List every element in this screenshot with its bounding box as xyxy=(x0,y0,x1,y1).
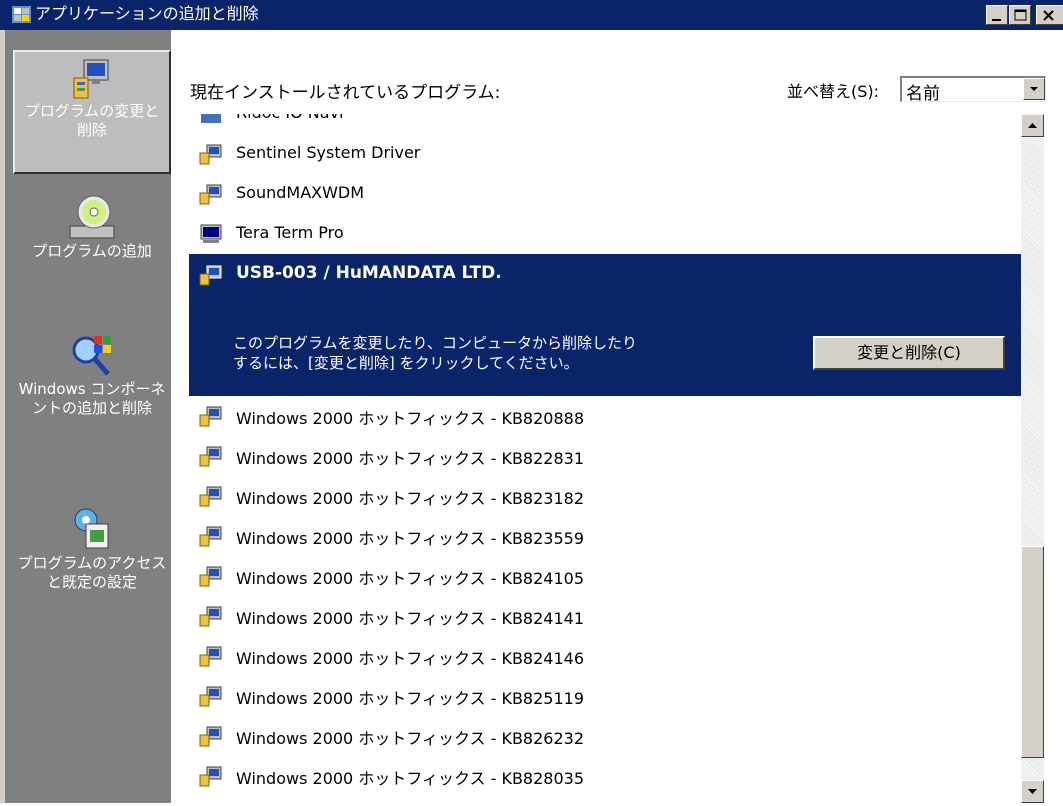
sidebar-item-label: プログラムの変更と削除 xyxy=(24,102,160,139)
list-item[interactable]: Windows 2000 ホットフィックス - KB824105 xyxy=(189,556,1021,595)
list-item[interactable]: Windows 2000 ホットフィックス - KB823559 xyxy=(189,516,1021,555)
program-name: Windows 2000 ホットフィックス - KB828035 xyxy=(236,769,585,788)
chevron-down-icon xyxy=(1028,789,1037,794)
add-programs-cd-icon xyxy=(69,195,115,239)
program-name: SoundMAXWDM xyxy=(236,183,365,202)
program-icon xyxy=(199,265,222,286)
ridoc-icon xyxy=(201,114,221,123)
list-item[interactable]: Windows 2000 ホットフィックス - KB820888 xyxy=(189,396,1021,435)
program-name: Windows 2000 ホットフィックス - KB820888 xyxy=(236,409,585,428)
list-item[interactable]: Windows 2000 ホットフィックス - KB822831 xyxy=(189,436,1021,475)
sidebar-item-program-access[interactable]: プログラムのアクセスと既定の設定 xyxy=(13,504,171,654)
sort-by-select[interactable]: 名前 xyxy=(900,76,1046,104)
maximize-icon xyxy=(1014,9,1027,21)
program-name: Windows 2000 ホットフィックス - KB824141 xyxy=(236,609,585,628)
program-icon xyxy=(199,144,222,165)
sidebar: プログラムの変更と削除 プログラムの追加 Windows コンポーネントの追加と… xyxy=(5,30,171,803)
program-name: Windows 2000 ホットフィックス - KB824105 xyxy=(236,569,585,588)
program-name: Windows 2000 ホットフィックス - KB825119 xyxy=(236,689,585,708)
program-icon xyxy=(199,726,222,747)
list-item[interactable]: Windows 2000 ホットフィックス - KB825119 xyxy=(189,676,1021,715)
selected-program-description: このプログラムを変更したり、コンピュータから削除したり するには、[変更と削除]… xyxy=(233,333,637,373)
title-bar[interactable]: アプリケーションの追加と削除 xyxy=(0,0,1063,30)
program-icon xyxy=(199,184,222,205)
sidebar-item-change-remove[interactable]: プログラムの変更と削除 xyxy=(13,50,171,174)
add-remove-programs-icon xyxy=(12,6,31,23)
list-item[interactable]: Windows 2000 ホットフィックス - KB828035 xyxy=(189,756,1021,795)
change-remove-programs-icon xyxy=(73,59,109,99)
program-name: Windows 2000 ホットフィックス - KB824146 xyxy=(236,649,585,668)
change-remove-button[interactable]: 変更と削除(C) xyxy=(813,336,1005,370)
list-item[interactable]: Windows 2000 ホットフィックス - KB826232 xyxy=(189,716,1021,755)
program-name: Windows 2000 ホットフィックス - KB822831 xyxy=(236,449,585,468)
description-line-1: このプログラムを変更したり、コンピュータから削除したり xyxy=(233,334,637,352)
description-line-2: するには、[変更と削除] をクリックしてください。 xyxy=(233,354,579,372)
program-icon xyxy=(199,486,222,507)
close-button[interactable] xyxy=(1036,5,1063,25)
window-title: アプリケーションの追加と削除 xyxy=(35,4,259,23)
sidebar-item-label: Windows コンポーネントの追加と削除 xyxy=(18,380,166,417)
minimize-icon xyxy=(992,19,1001,21)
program-icon xyxy=(199,566,222,587)
program-icon xyxy=(199,686,222,707)
program-name: Ridoc IO Navi xyxy=(236,114,343,122)
program-name: Windows 2000 ホットフィックス - KB823182 xyxy=(236,489,585,508)
scroll-down-button[interactable] xyxy=(1021,780,1044,803)
dropdown-arrow-button[interactable] xyxy=(1023,78,1045,100)
program-icon xyxy=(199,526,222,547)
sort-by-value: 名前 xyxy=(906,84,940,104)
program-name: Tera Term Pro xyxy=(236,223,344,242)
scroll-up-button[interactable] xyxy=(1021,114,1044,137)
selected-program-name: USB-003 / HuMANDATA LTD. xyxy=(236,263,502,283)
vertical-scrollbar[interactable] xyxy=(1021,114,1044,803)
program-icon xyxy=(199,406,222,427)
windows-components-icon xyxy=(72,336,111,376)
list-item[interactable]: Windows 2000 ホットフィックス - KB823182 xyxy=(189,476,1021,515)
program-list[interactable]: Ridoc IO Navi Sentinel System Driver Sou… xyxy=(189,114,1021,803)
program-access-defaults-icon xyxy=(74,508,109,549)
program-icon xyxy=(199,766,222,787)
program-name: Sentinel System Driver xyxy=(236,143,421,162)
maximize-button[interactable] xyxy=(1009,5,1031,25)
sidebar-item-label: プログラムの追加 xyxy=(32,242,152,260)
terminal-icon xyxy=(200,224,222,243)
scrollbar-thumb[interactable] xyxy=(1021,546,1044,758)
sidebar-item-label: プログラムのアクセスと既定の設定 xyxy=(17,554,167,591)
minimize-button[interactable] xyxy=(986,5,1008,25)
chevron-up-icon xyxy=(1028,123,1037,128)
chevron-down-icon xyxy=(1030,87,1038,91)
sidebar-item-add-programs[interactable]: プログラムの追加 xyxy=(13,192,171,312)
list-item[interactable]: Sentinel System Driver xyxy=(189,134,1021,173)
main-panel: 現在インストールされているプログラム: 並べ替え(S): 名前 Ridoc IO… xyxy=(171,30,1063,803)
sidebar-item-windows-components[interactable]: Windows コンポーネントの追加と削除 xyxy=(13,330,171,480)
program-icon xyxy=(199,606,222,627)
program-icon xyxy=(199,446,222,467)
program-icon xyxy=(199,646,222,667)
list-item[interactable]: SoundMAXWDM xyxy=(189,174,1021,213)
program-name: Windows 2000 ホットフィックス - KB823559 xyxy=(236,529,585,548)
list-item[interactable]: Windows 2000 ホットフィックス - KB824146 xyxy=(189,636,1021,675)
installed-programs-heading: 現在インストールされているプログラム: xyxy=(190,83,501,103)
close-icon xyxy=(1043,10,1054,21)
list-item[interactable]: Ridoc IO Navi xyxy=(189,114,1021,133)
list-item[interactable]: Tera Term Pro xyxy=(189,214,1021,253)
sort-by-label: 並べ替え(S): xyxy=(787,82,880,101)
selected-program-row[interactable]: USB-003 / HuMANDATA LTD. このプログラムを変更したり、コ… xyxy=(189,254,1021,396)
list-item[interactable]: Windows 2000 ホットフィックス - KB824141 xyxy=(189,596,1021,635)
program-name: Windows 2000 ホットフィックス - KB826232 xyxy=(236,729,585,748)
